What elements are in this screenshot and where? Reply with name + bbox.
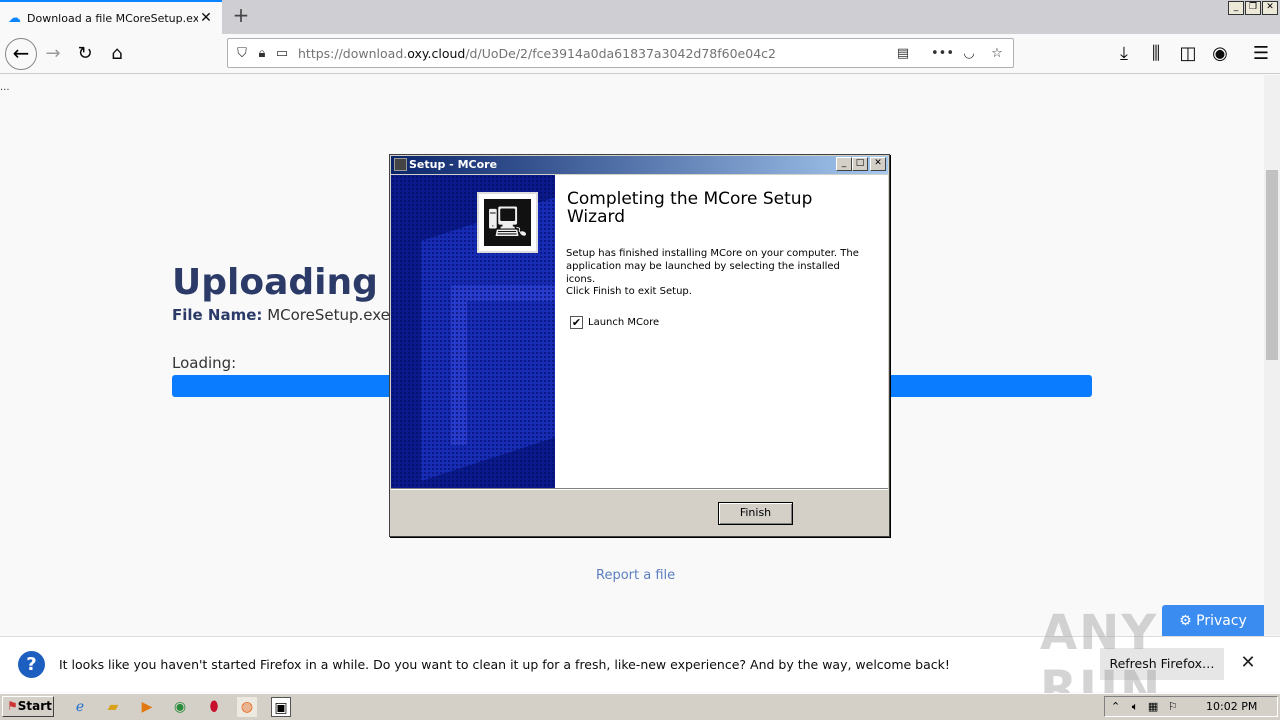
loading-label: Loading: [172, 354, 237, 372]
window-restore-button[interactable]: ❐ [1245, 1, 1261, 15]
lock-icon[interactable]: 🔒︎ [252, 46, 272, 61]
url-path: /d/UoDe/2/fce3914a0da61837a3042d78f60e04… [465, 45, 776, 61]
installer-computer-icon: 🖳 [477, 192, 538, 253]
window-close-button[interactable]: ✕ [1262, 1, 1278, 15]
dialog-separator [391, 488, 888, 490]
page-actions-icon[interactable]: ••• [931, 46, 954, 61]
wizard-body-text: Setup has finished installing MCore on y… [566, 248, 859, 285]
permissions-icon[interactable]: ▭ [272, 46, 292, 61]
network-icon[interactable]: ▦ [1148, 700, 1158, 713]
finish-button[interactable]: Finish [718, 502, 793, 525]
chrome-taskbar-icon[interactable]: ◉ [170, 697, 190, 717]
url-prefix: https://download. [298, 45, 408, 61]
reader-view-icon[interactable]: ▤ [893, 46, 913, 61]
launch-checkbox[interactable]: ✔ [570, 316, 583, 329]
file-name-row: File Name: MCoreSetup.exe [172, 306, 390, 324]
launch-checkbox-label[interactable]: Launch MCore [588, 317, 659, 328]
menu-icon[interactable]: ☰ [1247, 40, 1275, 68]
back-button[interactable]: ← [5, 38, 37, 70]
wizard-exit-text: Click Finish to exit Setup. [566, 286, 692, 297]
dialog-title: Setup - MCore [391, 156, 888, 174]
report-file-link[interactable]: Report a file [596, 568, 675, 583]
dialog-maximize-button[interactable]: □ [852, 157, 868, 171]
page-heading: Uploading a [172, 262, 415, 303]
home-button[interactable]: ⌂ [103, 40, 131, 68]
setup-app-icon [394, 158, 407, 171]
taskbar [0, 693, 1280, 720]
tracking-shield-icon[interactable]: ⛉ [232, 46, 252, 61]
setup-taskbar-icon[interactable]: ▣ [271, 697, 291, 717]
wizard-heading: Completing the MCore Setup Wizard [567, 189, 813, 227]
firefox-taskbar-icon[interactable]: ◍ [237, 697, 257, 717]
action-center-flag-icon[interactable]: ⚐ [1168, 700, 1178, 713]
site-favicon-icon: ☁ [8, 10, 21, 26]
ie-taskbar-icon[interactable]: ℯ [70, 697, 90, 717]
file-name-label: File Name: [172, 306, 263, 324]
question-icon: ? [18, 651, 45, 678]
reload-button[interactable]: ↻ [71, 40, 99, 68]
bookmark-star-icon[interactable]: ☆ [987, 46, 1007, 61]
windows-flag-icon: ⚑ [7, 699, 18, 713]
page-ellipsis: ... [0, 82, 10, 93]
pocket-icon[interactable]: ◡ [959, 46, 979, 61]
dialog-minimize-button[interactable]: _ [836, 157, 852, 171]
explorer-taskbar-icon[interactable]: ▰ [103, 697, 123, 717]
url-text[interactable]: https://download.oxy.cloud/d/UoDe/2/fce3… [298, 46, 893, 61]
volume-icon[interactable]: 🔈︎ [1132, 700, 1139, 713]
downloads-icon[interactable]: ⤓ [1110, 40, 1138, 68]
navigation-toolbar: ← → ↻ ⌂ ⛉ 🔒︎ ▭ https://download.oxy.clou… [0, 34, 1280, 74]
forward-button[interactable]: → [39, 40, 67, 68]
dialog-close-button[interactable]: ✕ [870, 157, 886, 171]
new-tab-button[interactable]: + [230, 5, 252, 27]
opera-taskbar-icon[interactable]: ⬮ [204, 697, 224, 717]
clock[interactable]: 10:02 PM [1206, 700, 1257, 713]
url-domain: oxy.cloud [407, 45, 466, 61]
tab-close-icon[interactable]: ✕ [198, 10, 214, 26]
start-label: Start [17, 699, 52, 713]
library-icon[interactable]: ⫼ [1142, 40, 1170, 68]
file-name-value: MCoreSetup.exe [267, 306, 390, 324]
tray-expand-icon[interactable]: ⌃ [1111, 700, 1120, 713]
scrollbar-thumb[interactable] [1266, 170, 1278, 360]
tab-title: Download a file MCoreSetup.exe o [27, 11, 198, 25]
account-icon[interactable]: ◉ [1206, 40, 1234, 68]
media-player-taskbar-icon[interactable]: ▶ [137, 697, 157, 717]
window-minimize-button[interactable]: _ [1228, 1, 1244, 15]
sidebar-icon[interactable]: ◫ [1174, 40, 1202, 68]
start-button[interactable]: ⚑Start [2, 696, 54, 717]
tab-active[interactable]: ☁ Download a file MCoreSetup.exe o ✕ [0, 0, 222, 34]
notification-message: It looks like you haven't started Firefo… [59, 657, 950, 672]
url-bar[interactable]: ⛉ 🔒︎ ▭ https://download.oxy.cloud/d/UoDe… [227, 38, 1014, 68]
